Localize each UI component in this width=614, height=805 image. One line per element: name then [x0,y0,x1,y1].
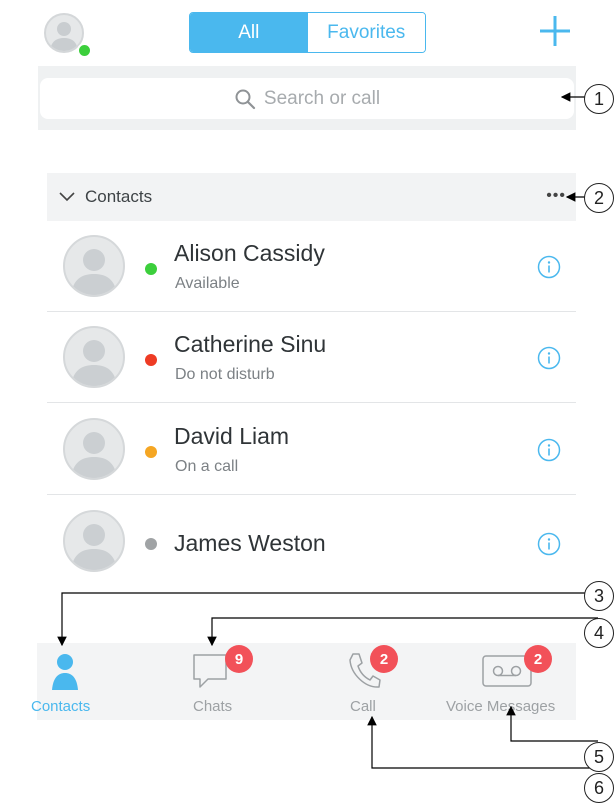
info-icon[interactable] [537,438,561,462]
tab-label: Chats [193,698,233,715]
contact-avatar [63,510,125,572]
person-placeholder-icon [71,432,117,478]
contact-row[interactable]: Alison Cassidy Available [47,221,576,312]
callout-line [57,592,598,647]
more-options-button[interactable]: ••• [546,187,566,205]
callout-number: 6 [584,773,614,803]
contacts-section-title: Contacts [85,187,153,206]
callout-number: 4 [584,618,614,648]
segment-all[interactable]: All [190,13,308,52]
chevron-down-icon [59,192,75,202]
contact-status: On a call [175,458,239,475]
tab-voice-messages[interactable]: 2 Voice Messages [440,643,576,720]
filter-segmented-control: All Favorites [189,12,426,53]
missed-call-badge: 2 [370,645,398,673]
presence-dot [145,538,157,550]
search-input[interactable]: Search or call [40,78,574,119]
tab-label: Call [350,698,376,715]
contact-name: David Liam [174,423,290,449]
contacts-section-header[interactable]: Contacts ••• [47,173,576,221]
contact-avatar [63,235,125,297]
info-icon[interactable] [537,346,561,370]
presence-dot [145,263,157,275]
tab-label: Voice Messages [446,698,556,715]
person-icon [52,654,78,690]
unread-badge: 9 [225,645,253,673]
tab-contacts[interactable]: Contacts [22,643,108,720]
callout-number: 3 [584,581,614,611]
plus-icon[interactable] [537,13,573,49]
search-placeholder: Search or call [263,87,381,109]
tab-call[interactable]: 2 Call [330,643,410,720]
contact-name: Alison Cassidy [174,240,325,266]
contact-row[interactable]: Catherine Sinu Do not disturb [47,312,576,403]
voicemail-badge: 2 [524,645,552,673]
contact-row[interactable]: David Liam On a call [47,404,576,495]
contact-status: Available [175,275,240,292]
callout-line [207,617,598,647]
callout-number: 5 [584,742,614,772]
tab-chats[interactable]: 9 Chats [175,643,265,720]
presence-dot [145,446,157,458]
contact-status: Do not disturb [175,366,275,383]
segment-favorites[interactable]: Favorites [307,13,425,52]
contact-row[interactable]: James Weston [47,496,576,576]
info-icon[interactable] [537,255,561,279]
tab-label: Contacts [31,698,91,715]
callout-number: 1 [584,84,614,114]
person-placeholder-icon [71,340,117,386]
presence-dot [145,354,157,366]
person-placeholder-icon [71,524,117,570]
contact-name: James Weston [174,530,326,556]
person-placeholder-icon [50,22,78,51]
presence-dot [77,43,92,58]
contact-name: Catherine Sinu [174,331,327,357]
person-placeholder-icon [71,249,117,295]
search-icon [235,89,256,109]
callout-line [367,715,598,769]
info-icon[interactable] [537,532,561,556]
contact-avatar [63,326,125,388]
callout-number: 2 [584,183,614,213]
contact-avatar [63,418,125,480]
